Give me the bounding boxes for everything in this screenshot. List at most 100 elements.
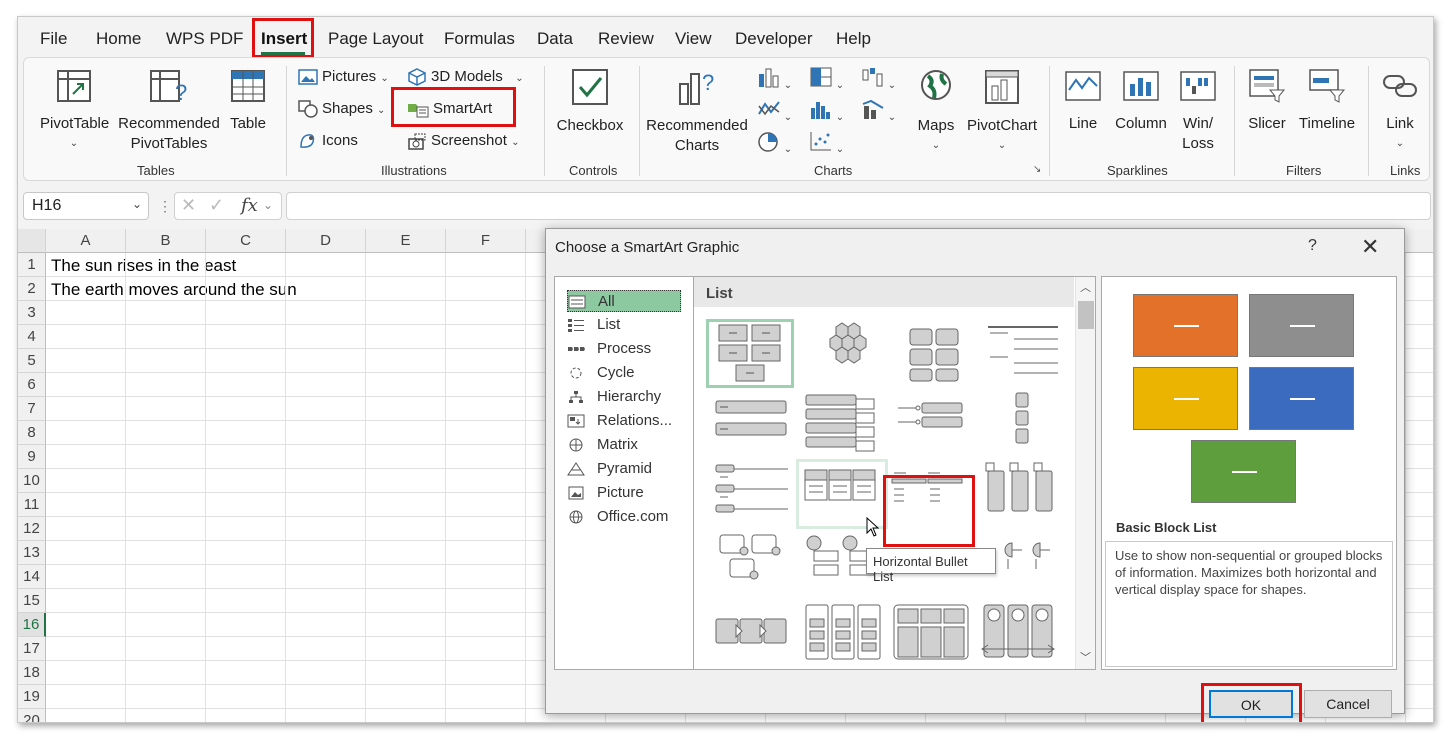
menu-file[interactable]: File: [40, 29, 67, 49]
formula-input[interactable]: [286, 192, 1431, 220]
close-button[interactable]: ✕: [1361, 234, 1379, 260]
menu-wps-pdf[interactable]: WPS PDF: [166, 29, 243, 49]
pictures-button[interactable]: Pictures ⌄: [298, 66, 389, 88]
row-header[interactable]: 12: [18, 517, 46, 541]
row-header[interactable]: 19: [18, 685, 46, 709]
layout-grouped-list[interactable]: [890, 599, 978, 669]
layout-grid-blocks[interactable]: [890, 319, 978, 389]
category-all[interactable]: All: [567, 290, 681, 312]
checkbox-button[interactable]: Checkbox: [554, 68, 626, 136]
row-header[interactable]: 15: [18, 589, 46, 613]
maps-button[interactable]: Maps ⌄: [910, 68, 962, 156]
shapes-button[interactable]: Shapes ⌄: [298, 98, 385, 120]
row-header[interactable]: 17: [18, 637, 46, 661]
scroll-thumb[interactable]: [1078, 301, 1094, 329]
category-relationship[interactable]: Relations...: [567, 410, 681, 432]
link-button[interactable]: Link ⌄: [1376, 68, 1424, 154]
menu-view[interactable]: View: [675, 29, 712, 49]
layout-vertical-blocks[interactable]: [978, 389, 1066, 459]
hierarchy-chart-dropdown[interactable]: ⌄: [809, 66, 844, 93]
help-button[interactable]: ?: [1308, 237, 1317, 255]
column-header[interactable]: C: [206, 229, 286, 253]
pivottable-button[interactable]: PivotTable ⌄: [40, 68, 109, 154]
cell-a1[interactable]: The sun rises in the east: [51, 256, 236, 276]
row-header[interactable]: 8: [18, 421, 46, 445]
select-all-corner[interactable]: [18, 229, 46, 253]
layout-hexagon-cluster[interactable]: [800, 319, 888, 389]
timeline-button[interactable]: Timeline: [1294, 68, 1360, 134]
recommended-pivottables-button[interactable]: ? Recommended PivotTables: [117, 68, 221, 154]
pivotchart-button[interactable]: PivotChart ⌄: [966, 68, 1038, 156]
pie-chart-dropdown[interactable]: ⌄: [757, 130, 792, 157]
recommended-charts-button[interactable]: ? Recommended Charts: [644, 68, 750, 156]
row-header[interactable]: 10: [18, 469, 46, 493]
icons-button[interactable]: Icons: [298, 130, 358, 152]
layout-pillar-arrows[interactable]: [978, 599, 1066, 669]
line-chart-dropdown[interactable]: ⌄: [757, 98, 792, 125]
row-header[interactable]: 5: [18, 349, 46, 373]
menu-data[interactable]: Data: [537, 29, 573, 49]
row-header[interactable]: 6: [18, 373, 46, 397]
layout-picture-caption-list[interactable]: [710, 529, 798, 599]
layout-stacked-columns[interactable]: [800, 599, 888, 669]
table-button[interactable]: Table: [224, 68, 272, 134]
category-cycle[interactable]: Cycle: [567, 362, 681, 384]
screenshot-button[interactable]: Screenshot ⌄: [407, 130, 519, 152]
cell-a2[interactable]: The earth moves around the sun: [51, 280, 297, 300]
column-chart-dropdown[interactable]: ⌄: [757, 66, 792, 93]
scroll-up-icon[interactable]: ︿: [1080, 279, 1091, 295]
name-box[interactable]: H16 ⌄: [23, 192, 149, 220]
layout-target-list[interactable]: [890, 389, 978, 459]
statistic-chart-dropdown[interactable]: ⌄: [809, 98, 844, 125]
category-list-item[interactable]: List: [567, 314, 681, 336]
category-process[interactable]: Process: [567, 338, 681, 360]
menu-page-layout[interactable]: Page Layout: [328, 29, 423, 49]
row-header[interactable]: 14: [18, 565, 46, 589]
category-hierarchy[interactable]: Hierarchy: [567, 386, 681, 408]
sparkline-winloss-button[interactable]: Win/ Loss: [1174, 68, 1222, 154]
row-header[interactable]: 16: [18, 613, 46, 637]
more-options-icon[interactable]: ⋮: [158, 198, 172, 215]
row-header[interactable]: 4: [18, 325, 46, 349]
menu-developer[interactable]: Developer: [735, 29, 813, 49]
row-header[interactable]: 20: [18, 709, 46, 722]
combo-chart-dropdown[interactable]: ⌄: [861, 98, 896, 125]
column-header[interactable]: D: [286, 229, 366, 253]
menu-home[interactable]: Home: [96, 29, 141, 49]
charts-dialog-launcher-icon[interactable]: ↘: [1033, 164, 1041, 175]
waterfall-chart-dropdown[interactable]: ⌄: [861, 66, 896, 93]
scroll-down-icon[interactable]: ﹀: [1080, 649, 1091, 665]
cancel-icon[interactable]: ✕: [181, 195, 196, 216]
category-picture[interactable]: Picture: [567, 482, 681, 504]
layout-vertical-bullet-list[interactable]: [710, 389, 798, 459]
row-header[interactable]: 9: [18, 445, 46, 469]
menu-review[interactable]: Review: [598, 29, 654, 49]
category-office-com[interactable]: Office.com: [567, 506, 681, 528]
row-header[interactable]: 2: [18, 277, 46, 301]
row-header[interactable]: 13: [18, 541, 46, 565]
column-header[interactable]: A: [46, 229, 126, 253]
menu-help[interactable]: Help: [836, 29, 871, 49]
layout-bullet-lines[interactable]: [710, 459, 798, 529]
sparkline-line-button[interactable]: Line: [1059, 68, 1107, 134]
row-header[interactable]: 1: [18, 253, 46, 277]
category-matrix[interactable]: Matrix: [567, 434, 681, 456]
3d-models-button[interactable]: 3D Models ⌄: [407, 66, 524, 88]
row-header[interactable]: 18: [18, 661, 46, 685]
cancel-button[interactable]: Cancel: [1304, 690, 1392, 718]
row-header[interactable]: 7: [18, 397, 46, 421]
slicer-button[interactable]: Slicer: [1242, 68, 1292, 134]
column-header[interactable]: B: [126, 229, 206, 253]
enter-icon[interactable]: ✓: [209, 195, 224, 216]
scatter-chart-dropdown[interactable]: ⌄: [809, 130, 844, 157]
row-header[interactable]: 11: [18, 493, 46, 517]
layout-stacked-list[interactable]: [800, 389, 888, 459]
column-header[interactable]: E: [366, 229, 446, 253]
column-header[interactable]: F: [446, 229, 526, 253]
gallery-scrollbar[interactable]: ︿ ﹀: [1075, 277, 1095, 669]
layout-chevron-accent[interactable]: [710, 599, 798, 669]
category-pyramid[interactable]: Pyramid: [567, 458, 681, 480]
layout-basic-block-list[interactable]: [706, 319, 794, 388]
layout-lined-list[interactable]: [978, 319, 1066, 389]
menu-formulas[interactable]: Formulas: [444, 29, 515, 49]
